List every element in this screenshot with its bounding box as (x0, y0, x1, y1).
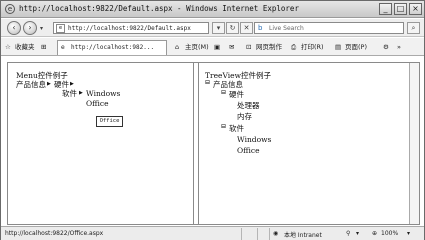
tab-title: http://localhost:982... (71, 44, 155, 51)
page-menu-button[interactable]: 页面(P) (345, 42, 367, 53)
protected-mode-icon[interactable]: ⚲ (346, 230, 350, 237)
collapse-icon[interactable]: ⊟ (221, 89, 226, 96)
status-divider (257, 228, 258, 240)
zoom-level[interactable]: 100% (381, 230, 398, 237)
zoom-dropdown-icon[interactable]: ▾ (356, 230, 359, 237)
treeview-control-panel: TreeView控件例子 ⊟ 产品信息 ⊟ 硬件 处理器 内存 ⊟ 软件 Win… (198, 63, 408, 224)
status-bar: http://localhost:9822/Office.aspx ◉ 本地 I… (1, 226, 424, 240)
page-tools-button[interactable]: 网页制作 (256, 42, 282, 53)
home-button[interactable]: 主页(M) (185, 42, 209, 53)
printer-icon[interactable]: ⎙ (291, 42, 296, 53)
menu-submenu-arrow-icon: ▶ (79, 90, 83, 96)
menu-subitem-windows[interactable]: Windows (86, 89, 120, 98)
page-tools-icon[interactable]: ⊡ (246, 42, 251, 53)
browser-window: e http://localhost:9822/Default.aspx - W… (0, 0, 425, 240)
tree-node-software[interactable]: 软件 (229, 123, 244, 134)
menu-submenu-arrow-icon: ▶ (70, 81, 74, 87)
menu-control-panel: Menu控件例子 产品信息 ▶ 硬件 ▶ 软件 ▶ Windows Office… (8, 63, 194, 224)
live-search-icon: b (258, 24, 263, 32)
tab-page-icon: e (61, 44, 65, 51)
command-bar: ☆ 收藏夹 ⊞ e http://localhost:982... ⌂ 主页(M… (1, 38, 424, 56)
feeds-icon[interactable]: ▣ (214, 42, 220, 53)
page-icon: e (56, 24, 65, 33)
tree-node-windows[interactable]: Windows (237, 135, 271, 144)
maximize-button[interactable]: □ (394, 3, 407, 15)
status-divider (241, 228, 242, 240)
favorites-bar-icon[interactable]: ⊞ (41, 42, 46, 53)
search-button[interactable]: ⌕ (407, 22, 420, 34)
menu-submenu-arrow-icon: ▶ (47, 81, 51, 87)
print-button[interactable]: 打印(R) (301, 42, 324, 53)
close-button[interactable]: × (409, 3, 422, 15)
zoom-icon[interactable]: ⊕ (372, 230, 377, 237)
window-title: http://localhost:9822/Default.aspx - Win… (19, 4, 299, 13)
collapse-icon[interactable]: ⊟ (221, 123, 226, 130)
security-zone: 本地 Intranet (284, 232, 322, 239)
favorites-star-icon[interactable]: ☆ (5, 42, 11, 53)
tools-gear-icon[interactable]: ⚙ (383, 42, 389, 53)
title-bar: e http://localhost:9822/Default.aspx - W… (1, 1, 424, 18)
history-dropdown-icon[interactable]: ▾ (40, 25, 43, 32)
status-url: http://localhost:9822/Office.aspx (5, 230, 104, 237)
more-chevron-icon[interactable]: » (397, 42, 401, 53)
minimize-button[interactable]: _ (379, 3, 392, 15)
search-box[interactable]: b Live Search (254, 22, 404, 34)
status-divider (269, 228, 270, 240)
menu-subitem-office[interactable]: Office (86, 99, 109, 108)
tree-node-processor[interactable]: 处理器 (237, 100, 260, 111)
browser-tab[interactable]: e http://localhost:982... (57, 40, 167, 55)
mail-icon[interactable]: ✉ (229, 42, 234, 53)
stop-button[interactable]: ✕ (240, 22, 253, 34)
menu-item-software[interactable]: 软件 (62, 88, 77, 99)
tree-node-office[interactable]: Office (237, 146, 260, 155)
tooltip: Office (96, 116, 123, 127)
collapse-icon[interactable]: ⊟ (205, 79, 210, 86)
back-button[interactable]: ‹ (7, 21, 21, 35)
vertical-scrollbar[interactable] (409, 63, 419, 224)
page-content: Menu控件例子 产品信息 ▶ 硬件 ▶ 软件 ▶ Windows Office… (7, 62, 420, 225)
home-icon[interactable]: ⌂ (175, 42, 179, 53)
search-placeholder[interactable]: Live Search (269, 25, 304, 32)
address-dropdown-button[interactable]: ▾ (212, 22, 225, 34)
tree-node-hardware[interactable]: 硬件 (229, 89, 244, 100)
zoom-chevron-icon[interactable]: ▾ (407, 230, 410, 237)
intranet-globe-icon: ◉ (273, 230, 279, 237)
menu-item-products[interactable]: 产品信息 (16, 79, 46, 90)
tree-node-memory[interactable]: 内存 (237, 111, 252, 122)
forward-button[interactable]: › (23, 21, 37, 35)
favorites-button[interactable]: 收藏夹 (15, 42, 35, 53)
address-bar[interactable]: e http://localhost:9822/Default.aspx (53, 22, 209, 34)
ie-logo-icon: e (5, 4, 15, 14)
page-menu-icon[interactable]: ▤ (335, 42, 341, 53)
refresh-button[interactable]: ↻ (226, 22, 239, 34)
address-text[interactable]: http://localhost:9822/Default.aspx (68, 25, 191, 32)
address-toolbar: ‹ › ▾ e http://localhost:9822/Default.as… (1, 19, 424, 37)
